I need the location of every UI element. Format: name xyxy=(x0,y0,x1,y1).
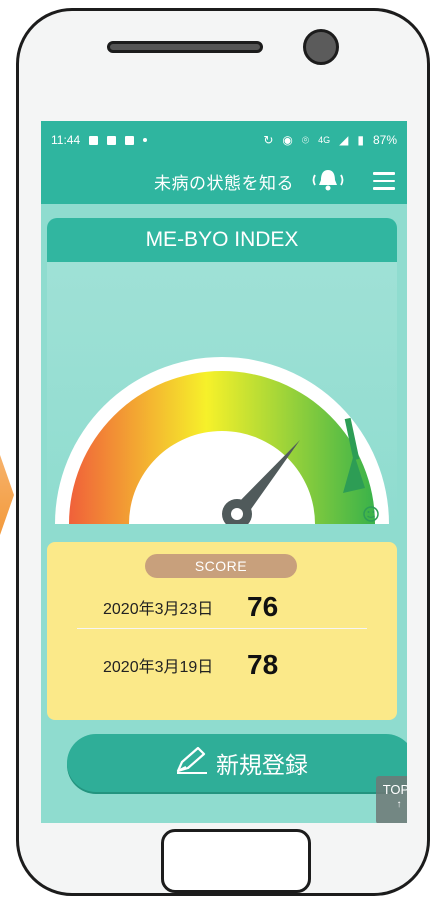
rotate-icon: ↻ xyxy=(263,133,274,147)
score-row: 2020年3月23日 76 xyxy=(77,586,367,629)
score-card: SCORE 2020年3月23日 76 2020年3月19日 78 xyxy=(47,542,397,720)
top-label: TOP xyxy=(382,782,407,797)
phone-speaker xyxy=(107,41,263,53)
pencil-icon xyxy=(174,745,208,781)
score-value: 78 xyxy=(247,649,279,680)
score-date: 2020年3月23日 xyxy=(103,601,214,618)
phone-frame: 11:44 ↻ ◉ ⌾ 4G ◢ ▮ 87% 未病の状態を知る ME-BYO I… xyxy=(16,8,430,896)
status-time: 11:44 xyxy=(51,133,81,147)
score-value: 76 xyxy=(247,591,279,622)
gauge-panel xyxy=(47,262,397,524)
new-registration-label: 新規登録 xyxy=(216,752,308,778)
hamburger-menu-icon[interactable] xyxy=(373,172,395,190)
score-row: 2020年3月19日 78 xyxy=(77,644,367,686)
score-label: SCORE xyxy=(145,554,297,578)
bell-icon[interactable] xyxy=(311,167,345,199)
arrow-up-icon: ↑ xyxy=(396,799,402,810)
battery-icon: ▮ xyxy=(357,133,364,147)
scroll-to-top-button[interactable]: TOP^ ↑ xyxy=(376,776,407,823)
app-notification-icon xyxy=(125,135,135,145)
signal-icon: ◢ xyxy=(339,133,349,147)
more-notifications-icon xyxy=(143,138,148,142)
home-button[interactable] xyxy=(161,829,311,893)
status-bar: 11:44 ↻ ◉ ⌾ 4G ◢ ▮ 87% xyxy=(41,121,407,159)
main-content: ME-BYO INDEX SCORE 2020年3月23日 76 2020年3月… xyxy=(41,204,407,823)
phone-screen: 11:44 ↻ ◉ ⌾ 4G ◢ ▮ 87% 未病の状態を知る ME-BYO I… xyxy=(41,121,407,823)
network-label: 4G xyxy=(318,135,331,145)
phone-camera xyxy=(303,29,339,65)
notification-icon xyxy=(89,135,99,145)
decorative-arrow xyxy=(0,455,14,535)
vibrate-icon: ◉ xyxy=(282,133,293,147)
location-icon: ⌾ xyxy=(301,132,310,147)
score-gauge xyxy=(55,357,389,524)
message-icon xyxy=(107,135,117,145)
page-title: 未病の状態を知る xyxy=(154,174,294,193)
new-registration-button[interactable]: 新規登録 xyxy=(67,734,407,792)
app-bar: 未病の状態を知る xyxy=(41,159,407,204)
score-date: 2020年3月19日 xyxy=(103,659,214,676)
index-card-title: ME-BYO INDEX xyxy=(47,218,397,262)
battery-level: 87% xyxy=(372,133,397,147)
